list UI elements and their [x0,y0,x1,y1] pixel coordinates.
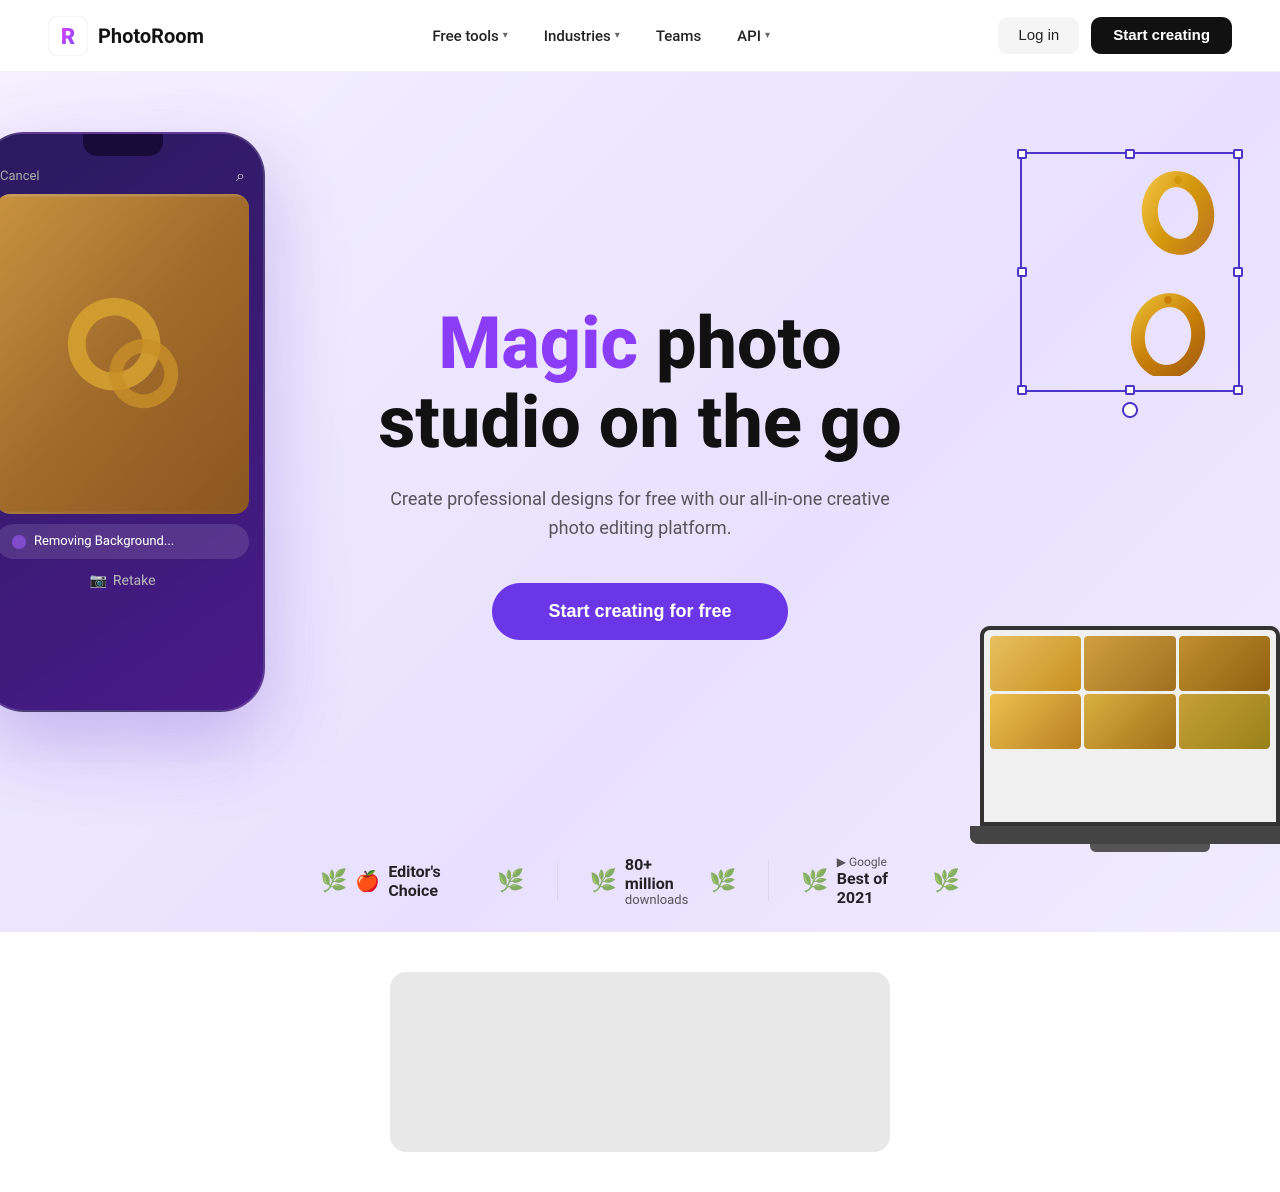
corner-handle-bm [1125,385,1135,395]
loading-indicator [12,535,26,549]
corner-handle-tl [1017,149,1027,159]
brand-logo-icon: R [48,16,88,56]
corner-handle-tm [1125,149,1135,159]
hero-section: Cancel ⌕ [0,72,1280,932]
earring-product-1 [1138,168,1218,258]
earrings-float [1020,152,1250,392]
corner-handle-br [1233,385,1243,395]
below-fold-section [0,932,1280,1192]
nav-link-teams[interactable]: Teams [642,19,715,53]
nav-link-industries[interactable]: Industries ▾ [530,19,634,53]
nav-free-tools-label: Free tools [432,27,498,45]
hero-subtitle: Create professional designs for free wit… [380,486,900,544]
phone-image-area [0,194,249,514]
corner-handle-tr [1233,149,1243,159]
nav-teams-label: Teams [656,27,701,45]
laurel-left-icon: 🌿 [320,869,347,894]
badge-downloads: 🌿 80+ million downloads 🌿 [589,855,736,908]
badge-editors-choice: 🌿 🍎 Editor's Choice 🌿 [320,862,525,900]
badge-editors-choice-text: Editor's Choice [388,862,489,900]
chevron-down-icon: ▾ [765,30,770,41]
hero-cta-button[interactable]: Start creating for free [492,583,787,640]
below-fold-card [390,972,890,1152]
nav-industries-label: Industries [544,27,611,45]
laptop-mockup [980,626,1280,852]
phone-mockup: Cancel ⌕ [0,132,280,712]
brand-name: PhotoRoom [98,24,204,48]
chevron-down-icon: ▾ [615,30,620,41]
nav-links: Free tools ▾ Industries ▾ Teams API ▾ [418,19,784,53]
laptop-screen-content [984,630,1276,755]
nav-actions: Log in Start creating [998,17,1232,54]
downloads-count: 80+ million [625,855,701,893]
laptop-thumb-1 [990,636,1081,691]
chevron-down-icon: ▾ [503,30,508,41]
badge-divider-2 [768,861,769,901]
apple-icon: 🍎 [355,869,380,893]
badge-divider-1 [557,861,558,901]
nav-api-label: API [737,27,761,45]
laurel-right-icon: 🌿 [709,869,736,894]
login-button[interactable]: Log in [998,17,1079,54]
laptop-screen [980,626,1280,826]
phone-cancel-label: Cancel [0,169,40,184]
laurel-left-icon: 🌿 [801,869,828,894]
laptop-stand [1090,844,1210,852]
phone-removing-bar: Removing Background... [0,524,249,559]
editors-choice-label: Editor's Choice [388,862,489,900]
svg-text:R: R [61,25,75,50]
laptop-thumb-5 [1084,694,1175,749]
laptop-base [970,826,1280,844]
downloads-label: downloads [625,893,688,908]
google-play-label: ▶ Google [837,855,887,869]
laptop-thumb-2 [1084,636,1175,691]
laptop-thumb-4 [990,694,1081,749]
hero-title: Magic photostudio on the go [378,304,901,462]
badge-google-best: 🌿 ▶ Google Best of 2021 🌿 [801,855,960,907]
earring-product-2 [1128,286,1208,376]
nav-link-free-tools[interactable]: Free tools ▾ [418,19,521,53]
badges-row: 🌿 🍎 Editor's Choice 🌿 🌿 80+ million down… [320,855,960,908]
nav-link-api[interactable]: API ▾ [723,19,784,53]
phone-removing-text: Removing Background... [34,534,233,549]
camera-icon: 📷 [89,573,106,589]
google-best-label: Best of 2021 [837,869,925,907]
phone-notch [83,134,163,156]
badge-google-text: ▶ Google Best of 2021 [837,855,925,907]
brand-logo[interactable]: R PhotoRoom [48,16,204,56]
hero-title-magic: Magic [438,301,638,386]
laptop-thumb-3 [1179,636,1270,691]
laurel-right-icon: 🌿 [497,869,524,894]
laurel-left-icon: 🌿 [589,869,616,894]
navbar: R PhotoRoom Free tools ▾ Industries ▾ Te… [0,0,1280,72]
rotate-handle [1122,402,1138,418]
search-icon: ⌕ [236,166,245,186]
corner-handle-mr [1233,267,1243,277]
phone-retake-row: 📷 Retake [0,573,263,589]
badge-downloads-text: 80+ million downloads [625,855,701,908]
phone-product-image [0,194,249,514]
selection-box [1020,152,1240,392]
phone-retake-label: Retake [113,573,156,589]
start-creating-button[interactable]: Start creating [1091,17,1232,54]
laurel-right-icon: 🌿 [933,869,960,894]
hero-content: Magic photostudio on the go Create profe… [358,244,921,761]
corner-handle-bl [1017,385,1027,395]
corner-handle-ml [1017,267,1027,277]
laptop-thumb-6 [1179,694,1270,749]
